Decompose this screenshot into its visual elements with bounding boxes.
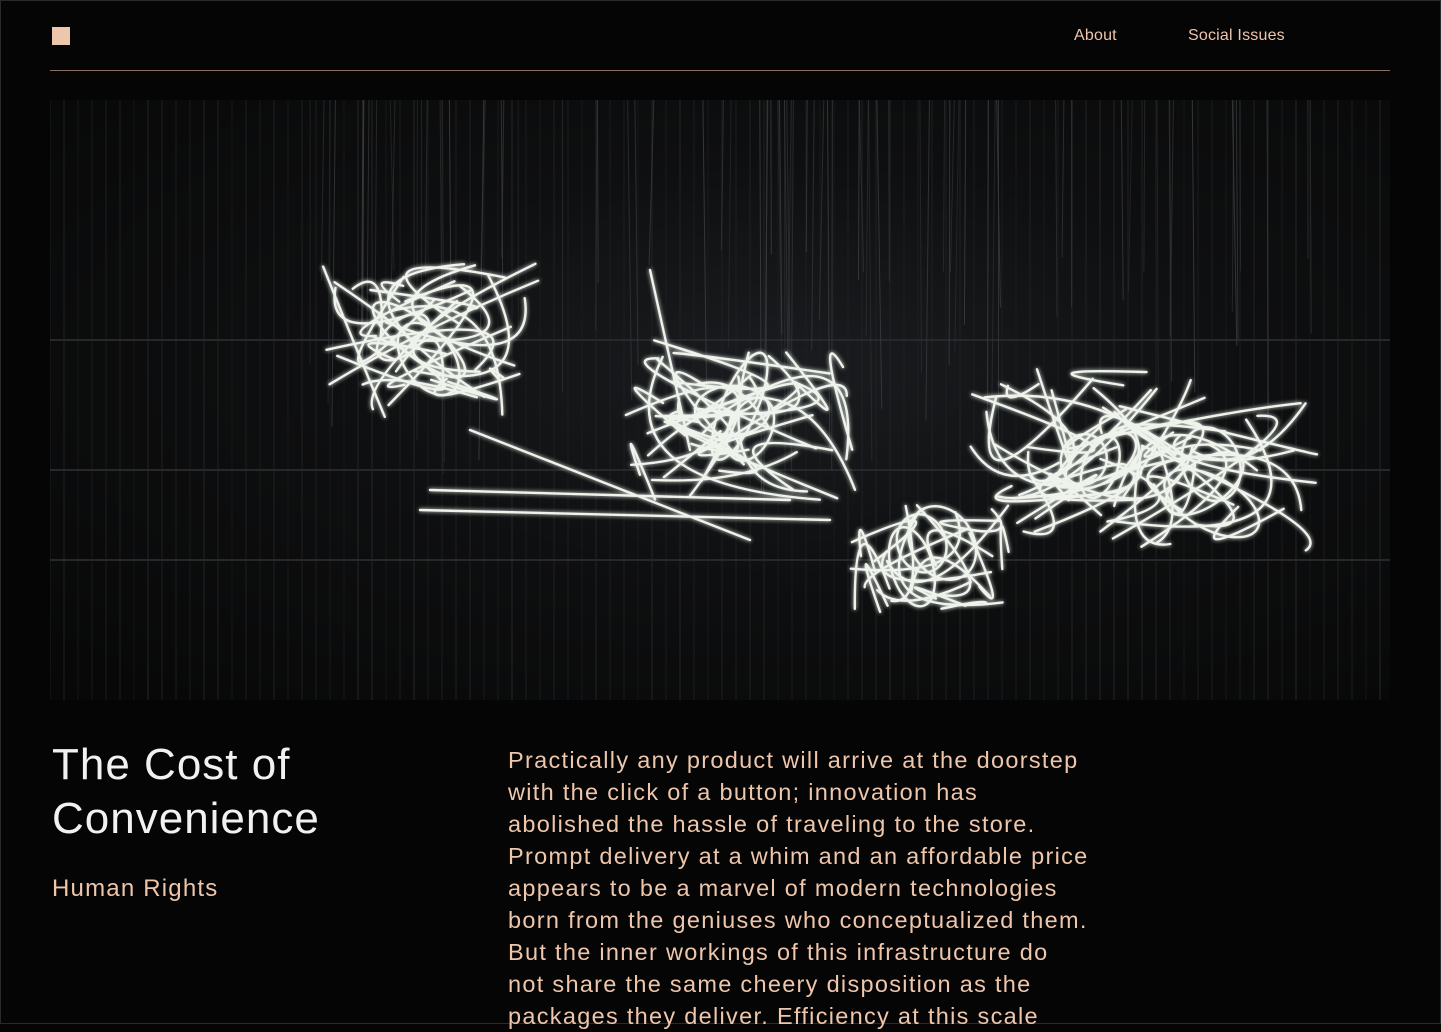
hero-image [50,100,1390,700]
header-divider [50,70,1390,71]
article-category[interactable]: Human Rights [52,874,218,904]
article-body: Practically any product will arrive at t… [508,744,1158,1032]
nav-about-link[interactable]: About [1074,24,1117,48]
square-logo-icon[interactable] [52,27,70,45]
neon-light-sculpture-image [50,100,1390,700]
nav-social-issues-link[interactable]: Social Issues [1188,24,1285,48]
article-title: The Cost of Convenience [52,738,472,846]
